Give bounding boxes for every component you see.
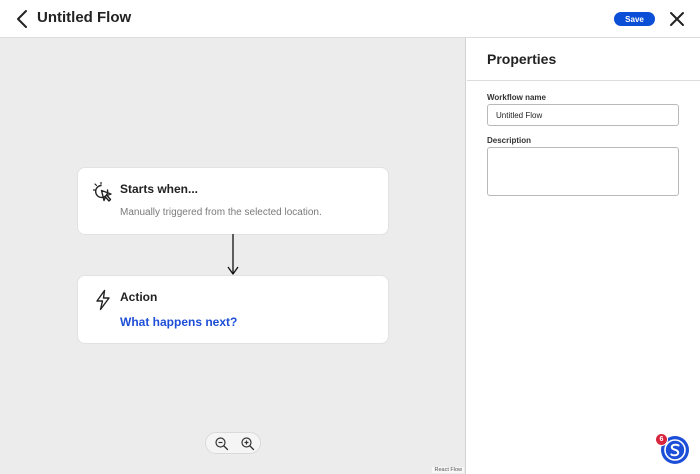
trigger-node-subtitle: Manually triggered from the selected loc… — [120, 207, 322, 218]
save-button[interactable]: Save — [614, 12, 655, 26]
back-button[interactable] — [14, 9, 32, 29]
workflow-name-label: Workflow name — [487, 93, 546, 102]
workflow-name-input[interactable] — [487, 104, 679, 126]
flow-edge-arrow — [227, 234, 239, 275]
page-title: Untitled Flow — [37, 9, 132, 26]
close-button[interactable] — [668, 10, 686, 28]
panel-divider — [467, 80, 700, 81]
flow-canvas[interactable]: Starts when... Manually triggered from t… — [0, 38, 466, 474]
lightning-icon — [96, 289, 110, 311]
close-icon — [670, 12, 684, 26]
zoom-out-button[interactable] — [214, 436, 229, 451]
zoom-out-icon — [215, 437, 229, 451]
trigger-node[interactable]: Starts when... Manually triggered from t… — [78, 168, 388, 234]
zoom-controls — [205, 432, 261, 454]
description-input[interactable] — [487, 147, 679, 196]
what-happens-next-link[interactable]: What happens next? — [120, 315, 237, 329]
notification-badge: 6 — [655, 433, 668, 446]
zoom-in-button[interactable] — [240, 436, 255, 451]
panel-title: Properties — [487, 51, 557, 67]
description-label: Description — [487, 136, 532, 145]
trigger-node-title: Starts when... — [120, 182, 199, 196]
action-node-title: Action — [120, 290, 158, 304]
chevron-left-icon — [17, 10, 27, 28]
react-flow-attribution[interactable]: React Flow — [432, 467, 464, 473]
cursor-click-icon — [92, 181, 112, 202]
top-bar: Untitled Flow Save — [0, 0, 700, 38]
action-node[interactable]: Action What happens next? — [78, 276, 388, 343]
properties-panel: Properties Workflow name Description — [467, 38, 700, 474]
zoom-in-icon — [241, 437, 255, 451]
